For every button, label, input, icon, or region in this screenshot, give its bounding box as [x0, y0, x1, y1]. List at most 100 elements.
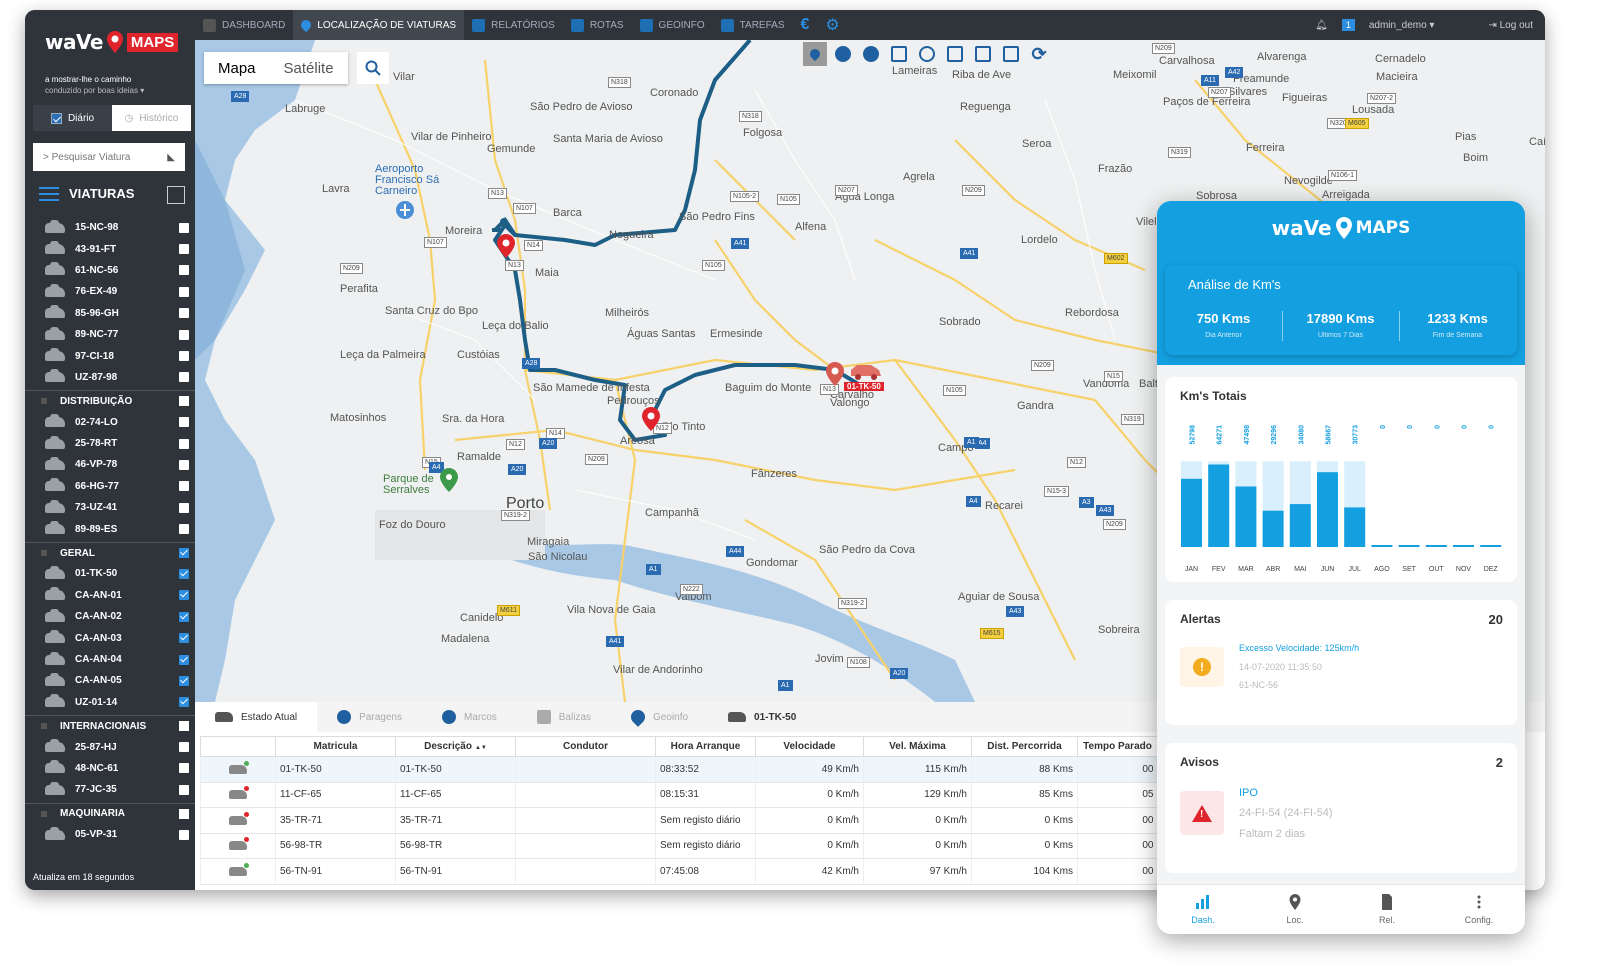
tool-pin[interactable] — [915, 42, 939, 66]
vehicle-checkbox[interactable] — [179, 611, 189, 622]
logout-button[interactable]: ⇥ Log out — [1488, 20, 1533, 31]
tool-route[interactable] — [971, 42, 995, 66]
vehicle-item[interactable]: 85-96-GH — [25, 303, 195, 324]
col-header[interactable]: Descrição ▲▼ — [395, 736, 516, 757]
tool-screen[interactable] — [943, 42, 967, 66]
vehicle-item[interactable]: 97-CI-18 — [25, 345, 195, 366]
tab-estado-atual[interactable]: Estado Atual — [195, 702, 318, 732]
vehicle-checkbox[interactable] — [179, 286, 189, 297]
alert-text[interactable]: Excesso Velocidade: 125km/h — [1239, 643, 1359, 653]
sort-icon[interactable]: ▲▼ — [475, 745, 487, 751]
col-header[interactable]: Condutor — [515, 736, 656, 757]
col-header[interactable]: Velocidade — [755, 736, 864, 757]
col-header[interactable]: Tempo Parado — [1077, 736, 1158, 757]
vehicle-checkbox[interactable] — [179, 459, 189, 470]
mobile-nav-loc[interactable]: Loc. — [1249, 885, 1341, 934]
bell-icon[interactable]: 🔔︎ — [1315, 20, 1328, 31]
table-row[interactable]: 56-98-TR 56-98-TR Sem registo diário 0 Km/h… — [200, 833, 1158, 859]
vehicle-checkbox[interactable] — [179, 654, 189, 665]
group-checkbox[interactable] — [179, 396, 189, 407]
vehicle-item[interactable]: 15-NC-98 — [25, 217, 195, 238]
caret-down-icon[interactable]: ▾ — [140, 86, 144, 95]
tab-geoinfo[interactable]: Geoinfo — [611, 702, 708, 732]
nav-relatorios[interactable]: RELATÓRIOS — [464, 10, 563, 40]
col-header[interactable]: Matricula — [275, 736, 396, 757]
vehicle-item[interactable]: CA-AN-04 — [25, 649, 195, 670]
nav-tarefas[interactable]: TAREFAS — [713, 10, 793, 40]
vehicle-car-icon[interactable] — [849, 362, 883, 380]
vehicle-item[interactable]: UZ-01-14 — [25, 692, 195, 713]
vehicle-checkbox[interactable] — [179, 329, 189, 340]
chart-bar[interactable] — [1235, 486, 1257, 548]
tab-balizas[interactable]: Balizas — [517, 702, 611, 732]
vehicle-checkbox[interactable] — [179, 438, 189, 449]
vehicle-item[interactable]: 48-NC-61 — [25, 758, 195, 779]
table-row[interactable]: 11-CF-65 11-CF-65 08:15:31 0 Km/h 129 Km/h 85… — [200, 782, 1158, 808]
select-all-checkbox[interactable] — [167, 186, 185, 204]
table-row[interactable]: 56-TN-91 56-TN-91 07:45:08 42 Km/h 97 Km/h 10… — [200, 858, 1158, 885]
vehicle-group[interactable]: DISTRIBUIÇÃO — [25, 390, 195, 411]
vehicle-checkbox[interactable] — [179, 675, 189, 686]
map-type-satellite[interactable]: Satélite — [270, 52, 348, 84]
vehicle-group[interactable]: INTERNACIONAIS — [25, 714, 195, 736]
vehicle-checkbox[interactable] — [179, 222, 189, 233]
vehicle-checkbox[interactable] — [179, 372, 189, 383]
mobile-nav-rel[interactable]: Rel. — [1341, 885, 1433, 934]
tool-grid[interactable] — [887, 42, 911, 66]
chart-bar[interactable] — [1398, 545, 1420, 547]
vehicle-checkbox[interactable] — [179, 697, 189, 708]
vehicle-group[interactable]: MAQUINARIA — [25, 802, 195, 824]
tab-marcos[interactable]: Marcos — [422, 702, 517, 732]
tool-path[interactable] — [999, 42, 1023, 66]
col-header[interactable]: Hora Arranque — [655, 736, 756, 757]
chart-bar[interactable] — [1289, 504, 1311, 547]
vehicle-map-label[interactable]: 01-TK-50 — [844, 382, 884, 391]
group-checkbox[interactable] — [179, 721, 189, 732]
nav-geoinfo[interactable]: GEOINFO — [632, 10, 713, 40]
vehicle-item[interactable]: 25-78-RT — [25, 433, 195, 454]
vehicle-item[interactable]: 73-UZ-41 — [25, 497, 195, 518]
nav-settings[interactable]: ⚙ — [817, 10, 847, 40]
chart-bar[interactable] — [1317, 472, 1338, 547]
nav-localizacao[interactable]: LOCALIZAÇÃO DE VIATURAS — [293, 10, 465, 40]
vehicle-checkbox[interactable] — [179, 568, 189, 579]
mode-historico[interactable]: ◷ Histórico — [112, 105, 191, 131]
chart-bar[interactable] — [1453, 545, 1474, 547]
vehicle-item[interactable]: 05-VP-31 — [25, 824, 195, 845]
user-menu[interactable]: admin_demo ▾ — [1369, 20, 1435, 31]
notification-badge[interactable]: 1 — [1341, 19, 1355, 31]
vehicle-checkbox[interactable] — [179, 633, 189, 644]
search-input[interactable]: > Pesquisar Viatura ◣ — [33, 143, 185, 171]
vehicle-item[interactable]: CA-AN-02 — [25, 606, 195, 627]
nav-euro[interactable]: € — [793, 10, 818, 40]
vehicle-checkbox[interactable] — [179, 590, 189, 601]
table-row[interactable]: 01-TK-50 01-TK-50 08:33:52 49 Km/h 115 Km/h 8… — [200, 756, 1158, 783]
vehicle-item[interactable]: 77-JC-35 — [25, 779, 195, 800]
chart-bar[interactable] — [1480, 545, 1502, 547]
vehicle-checkbox[interactable] — [179, 481, 189, 492]
chart-bar[interactable] — [1425, 545, 1447, 547]
vehicle-checkbox[interactable] — [179, 308, 189, 319]
chart-bar[interactable] — [1262, 510, 1284, 547]
vehicle-item[interactable]: 66-HG-77 — [25, 476, 195, 497]
group-checkbox[interactable] — [179, 808, 189, 819]
nav-rotas[interactable]: ROTAS — [563, 10, 632, 40]
vehicle-item[interactable]: 01-TK-50 — [25, 563, 195, 584]
col-header[interactable]: Dist. Percorrida — [971, 736, 1078, 757]
tool-stops[interactable] — [831, 42, 855, 66]
vehicle-group[interactable]: GERAL — [25, 541, 195, 563]
group-checkbox[interactable] — [179, 548, 189, 559]
vehicle-checkbox[interactable] — [179, 784, 189, 795]
vehicle-checkbox[interactable] — [179, 524, 189, 535]
vehicle-item[interactable]: 76-EX-49 — [25, 281, 195, 302]
vehicle-checkbox[interactable] — [179, 829, 189, 840]
tool-location[interactable] — [803, 42, 827, 66]
vehicle-checkbox[interactable] — [179, 244, 189, 255]
tab-paragens[interactable]: Paragens — [317, 702, 422, 732]
vehicle-item[interactable]: 89-89-ES — [25, 518, 195, 539]
vehicle-item[interactable]: CA-AN-03 — [25, 627, 195, 648]
mobile-nav-config[interactable]: Config. — [1433, 885, 1525, 934]
vehicle-item[interactable]: CA-AN-05 — [25, 670, 195, 691]
chart-bar[interactable] — [1181, 478, 1202, 547]
vehicle-item[interactable]: 25-87-HJ — [25, 736, 195, 757]
